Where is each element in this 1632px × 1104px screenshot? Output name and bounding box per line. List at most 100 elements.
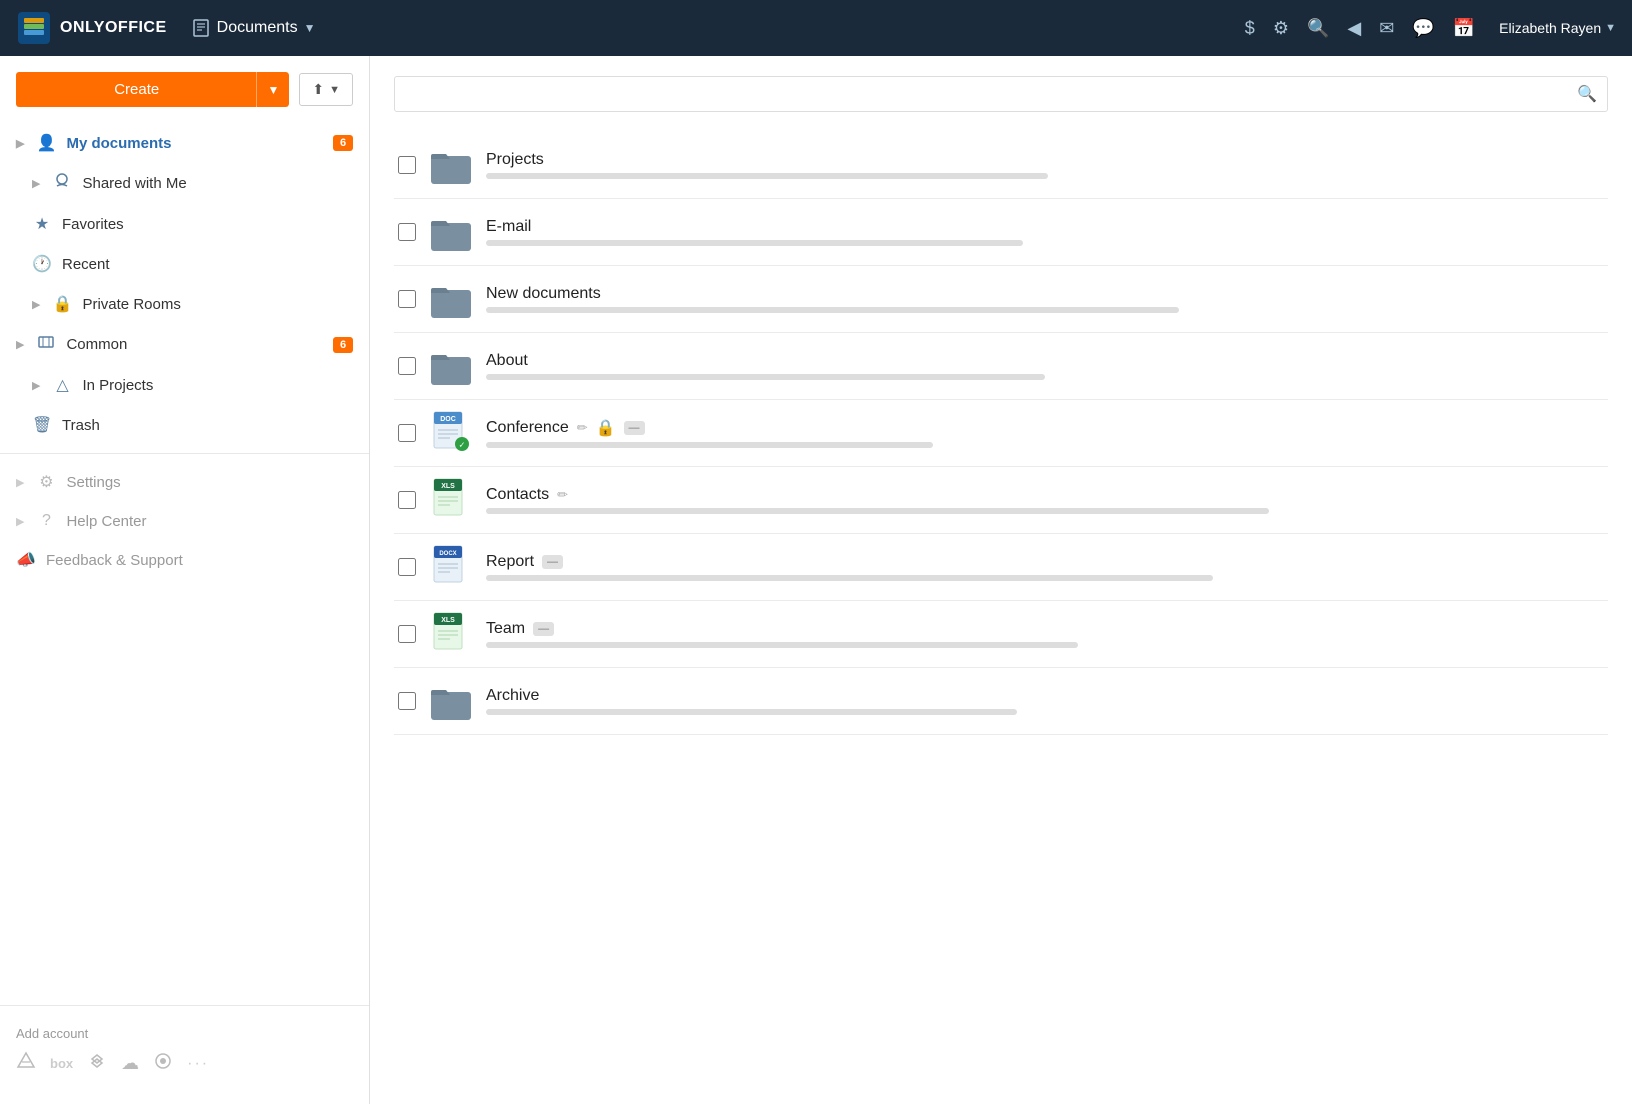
upload-icon: ⬆ <box>312 81 324 98</box>
badge-conference: — <box>624 421 645 435</box>
file-info-conference: Conference ✏ 🔒 — <box>486 418 1604 448</box>
folder-icon-archive <box>428 678 474 724</box>
owncloud-icon[interactable]: ☁ <box>121 1053 139 1074</box>
file-info-team: Team — <box>486 620 1507 648</box>
edit-icon-conference[interactable]: ✏ <box>577 420 588 436</box>
file-info-new-documents: New documents <box>486 285 1604 313</box>
feed-icon[interactable]: ◀ <box>1347 18 1361 39</box>
xlsx-icon-team: XLS <box>428 611 474 657</box>
share-dropdown-archive[interactable]: ▼ <box>1582 690 1604 712</box>
sidebar-item-help[interactable]: ▶ ? Help Center <box>0 502 369 540</box>
sidebar-item-trash[interactable]: 🗑 Trash <box>0 405 369 445</box>
sidebar-label-shared-with-me: Shared with Me <box>82 175 353 192</box>
share-button-projects[interactable]: Share <box>1519 158 1572 173</box>
upload-arrow: ▼ <box>329 84 340 96</box>
search-bar: 🔍 <box>394 76 1608 112</box>
chevron-common: ▶ <box>16 338 24 351</box>
lock-icon-conference: 🔒 <box>596 418 616 438</box>
checkbox-projects[interactable] <box>398 156 416 174</box>
dropbox-icon[interactable] <box>87 1051 107 1076</box>
file-meta-about <box>486 374 1045 380</box>
user-menu[interactable]: Elizabeth Rayen ▼ <box>1499 20 1616 36</box>
sidebar-navigation: ▶ 👤 My documents 6 ▶ Shared with Me ★ Fa… <box>0 123 369 997</box>
checkbox-archive[interactable] <box>398 692 416 710</box>
settings-nav-icon: ⚙ <box>36 472 56 492</box>
svg-text:DOCX: DOCX <box>439 551 456 557</box>
projects-icon: △ <box>52 375 72 395</box>
checkbox-about[interactable] <box>398 357 416 375</box>
more-icon[interactable]: ··· <box>187 1055 209 1073</box>
file-meta-team <box>486 642 1078 648</box>
feedback-icon: 📣 <box>16 550 36 570</box>
calendar-icon[interactable]: 📅 <box>1453 18 1475 39</box>
sidebar-divider-1 <box>0 453 369 454</box>
share-circle-projects[interactable]: ▼ <box>1582 154 1604 176</box>
create-dropdown-button[interactable]: ▼ <box>256 72 289 107</box>
chevron-my-documents: ▶ <box>16 137 24 150</box>
checkbox-team[interactable] <box>398 625 416 643</box>
badge-report: — <box>542 555 563 569</box>
checkbox-conference[interactable] <box>398 424 416 442</box>
sidebar-item-common[interactable]: ▶ Common 6 <box>0 324 369 365</box>
checkbox-new-documents[interactable] <box>398 290 416 308</box>
sidebar-item-in-projects[interactable]: ▶ △ In Projects <box>0 365 369 405</box>
sidebar-item-recent[interactable]: 🕐 Recent <box>0 244 369 284</box>
checkbox-contacts[interactable] <box>398 491 416 509</box>
sidebar-label-recent: Recent <box>62 256 353 273</box>
shared-icon <box>52 173 72 194</box>
create-button[interactable]: Create <box>16 72 257 107</box>
mail-icon[interactable]: ✉ <box>1379 18 1394 39</box>
file-row-about: About <box>394 333 1608 400</box>
share-button-archive[interactable]: Share <box>1519 694 1572 709</box>
svg-text:DOC: DOC <box>440 416 456 423</box>
add-account-label: Add account <box>16 1026 353 1041</box>
search-input[interactable] <box>405 77 1577 111</box>
file-meta-projects <box>486 173 1048 179</box>
chat-icon[interactable]: 💬 <box>1412 18 1434 39</box>
share-icon-team <box>1519 627 1533 641</box>
private-icon: 🔒 <box>52 294 72 314</box>
file-row-projects: Projects Share ▼ <box>394 132 1608 199</box>
upload-button[interactable]: ⬆ ▼ <box>299 73 353 106</box>
dollar-icon[interactable]: $ <box>1245 18 1255 39</box>
chevron-shared: ▶ <box>32 177 40 190</box>
file-meta-conference <box>486 442 933 448</box>
trash-icon: 🗑 <box>32 415 52 435</box>
help-icon: ? <box>36 512 56 530</box>
search-icon[interactable]: 🔍 <box>1307 18 1329 39</box>
folder-icon-email <box>428 209 474 255</box>
sidebar-label-common: Common <box>66 336 323 353</box>
settings-icon[interactable]: ⚙ <box>1273 18 1289 39</box>
brand-logo[interactable]: ONLYOFFICE <box>16 10 167 46</box>
sidebar-item-private-rooms[interactable]: ▶ 🔒 Private Rooms <box>0 284 369 324</box>
sidebar-label-feedback: Feedback & Support <box>46 552 353 569</box>
box-icon[interactable]: box <box>50 1056 73 1071</box>
file-name-email: E-mail <box>486 218 1604 236</box>
brand-name: ONLYOFFICE <box>60 19 167 37</box>
sidebar-item-feedback[interactable]: 📣 Feedback & Support <box>0 540 369 580</box>
my-documents-badge: 6 <box>333 135 353 151</box>
sidebar-actions: Create ▼ ⬆ ▼ <box>0 72 369 123</box>
file-info-projects: Projects <box>486 151 1507 179</box>
sidebar-item-settings[interactable]: ▶ ⚙ Settings <box>0 462 369 502</box>
sidebar-item-my-documents[interactable]: ▶ 👤 My documents 6 <box>0 123 369 163</box>
user-name: Elizabeth Rayen <box>1499 20 1601 36</box>
file-name-report: Report — <box>486 553 1604 571</box>
file-meta-contacts <box>486 508 1269 514</box>
edit-icon-contacts[interactable]: ✏ <box>557 487 568 503</box>
content-area: 🔍 Projects Share <box>370 56 1632 1104</box>
user-arrow: ▼ <box>1605 22 1616 34</box>
search-submit-icon[interactable]: 🔍 <box>1577 84 1597 104</box>
google-drive-icon[interactable] <box>16 1051 36 1076</box>
recent-icon: 🕐 <box>32 254 52 274</box>
sidebar-item-favorites[interactable]: ★ Favorites <box>0 204 369 244</box>
sidebar-divider-2 <box>0 1005 369 1006</box>
checkbox-report[interactable] <box>398 558 416 576</box>
share-dropdown-team[interactable]: ▼ <box>1582 623 1604 645</box>
file-meta-report <box>486 575 1213 581</box>
sidebar-item-shared-with-me[interactable]: ▶ Shared with Me <box>0 163 369 204</box>
checkbox-email[interactable] <box>398 223 416 241</box>
nextcloud-icon[interactable] <box>153 1051 173 1076</box>
share-button-team[interactable]: Share <box>1519 627 1572 642</box>
module-selector[interactable]: Documents ▼ <box>191 18 316 38</box>
